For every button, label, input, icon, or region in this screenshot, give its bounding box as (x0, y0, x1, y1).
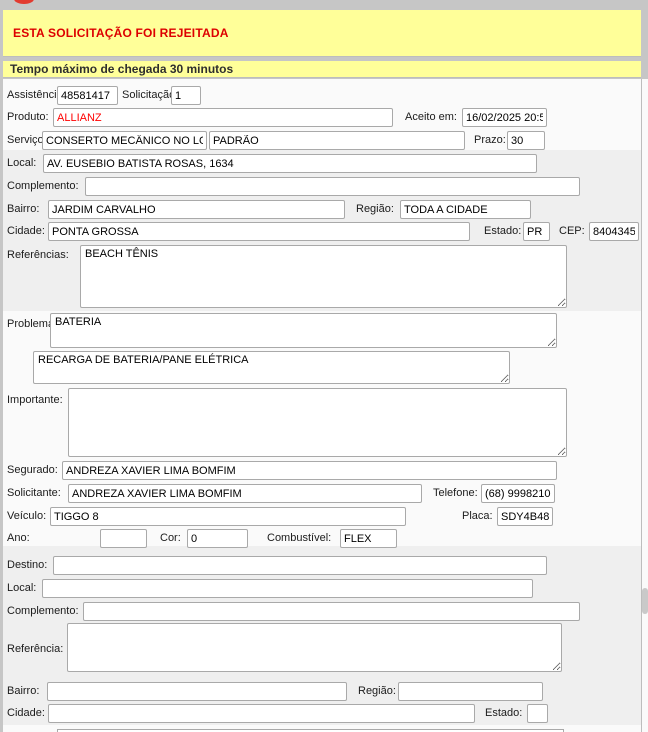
solicitacao-input[interactable] (171, 86, 201, 105)
destino-cidade-input[interactable] (48, 704, 475, 723)
placa-label: Placa: (462, 507, 493, 526)
combustivel-input[interactable] (340, 529, 397, 548)
telefone-label: Telefone: (433, 484, 478, 503)
complemento-label: Complemento: (7, 177, 79, 196)
destino-complemento-input[interactable] (83, 602, 580, 621)
cidade-input[interactable] (48, 222, 470, 241)
estado-input[interactable] (523, 222, 550, 241)
cor-label: Cor: (160, 529, 181, 548)
importante-label: Importante: (7, 391, 63, 410)
estado-label: Estado: (484, 222, 521, 241)
ano-input[interactable] (100, 529, 147, 548)
segurado-label: Segurado: (7, 461, 58, 480)
destino-referencia-textarea[interactable] (67, 623, 562, 672)
destino-regiao-label: Região: (358, 682, 396, 701)
destino-complemento-label: Complemento: (7, 602, 79, 621)
arrival-time-banner: Tempo máximo de chegada 30 minutos (3, 61, 641, 78)
cor-input[interactable] (187, 529, 248, 548)
scrollbar-thumb[interactable] (642, 588, 648, 614)
produto-label: Produto: (7, 108, 49, 127)
servico-input[interactable] (42, 131, 207, 150)
destino-input[interactable] (53, 556, 547, 575)
veiculo-input[interactable] (50, 507, 406, 526)
telefone-input[interactable] (481, 484, 555, 503)
solicitante-input[interactable] (68, 484, 422, 503)
rejected-banner-text: ESTA SOLICITAÇÃO FOI REJEITADA (13, 26, 229, 40)
problema-detalhe-textarea[interactable]: RECARGA DE BATERIA/PANE ELÉTRICA (33, 351, 510, 384)
ano-label: Ano: (7, 529, 30, 548)
destino-label: Destino: (7, 556, 47, 575)
assistencia-input[interactable] (57, 86, 118, 105)
destino-bairro-label: Bairro: (7, 682, 39, 701)
produto-input[interactable] (53, 108, 393, 127)
cidade-label: Cidade: (7, 222, 45, 241)
destino-estado-input[interactable] (527, 704, 548, 723)
rejected-banner: ESTA SOLICITAÇÃO FOI REJEITADA (3, 10, 641, 57)
veiculo-label: Veículo: (7, 507, 46, 526)
placa-input[interactable] (497, 507, 553, 526)
window-top-bar (0, 0, 648, 10)
service-request-window: ESTA SOLICITAÇÃO FOI REJEITADA Tempo máx… (0, 0, 648, 732)
local-label: Local: (7, 154, 36, 173)
referencias-textarea[interactable]: BEACH TÊNIS (80, 245, 567, 308)
servico-tipo-input[interactable] (209, 131, 465, 150)
destino-referencia-label: Referência: (7, 640, 63, 659)
bairro-input[interactable] (48, 200, 345, 219)
arrival-time-text: Tempo máximo de chegada 30 minutos (10, 62, 233, 76)
prazo-input[interactable] (507, 131, 545, 150)
solicitante-label: Solicitante: (7, 484, 61, 503)
servico-label: Serviço: (7, 131, 47, 150)
red-logo-fragment-icon (14, 0, 34, 4)
prazo-label: Prazo: (474, 131, 506, 150)
complemento-input[interactable] (85, 177, 580, 196)
destino-estado-label: Estado: (485, 704, 522, 723)
regiao-label: Região: (356, 200, 394, 219)
aceito-em-label: Aceito em: (405, 108, 457, 127)
destino-local-input[interactable] (42, 579, 533, 598)
scrollbar-track[interactable] (641, 79, 648, 732)
segurado-input[interactable] (62, 461, 557, 480)
cep-label: CEP: (559, 222, 585, 241)
solicitacao-label: Solicitação: (122, 86, 178, 105)
problema-textarea[interactable]: BATERIA (50, 313, 557, 348)
importante-textarea[interactable] (68, 388, 567, 457)
referencias-label: Referências: (7, 246, 69, 265)
local-input[interactable] (43, 154, 537, 173)
cep-input[interactable] (589, 222, 639, 241)
combustivel-label: Combustível: (267, 529, 331, 548)
aceito-em-input[interactable] (462, 108, 547, 127)
destino-regiao-input[interactable] (398, 682, 543, 701)
destino-bairro-input[interactable] (47, 682, 347, 701)
regiao-input[interactable] (400, 200, 531, 219)
destino-cidade-label: Cidade: (7, 704, 45, 723)
destino-local-label: Local: (7, 579, 36, 598)
bairro-label: Bairro: (7, 200, 39, 219)
